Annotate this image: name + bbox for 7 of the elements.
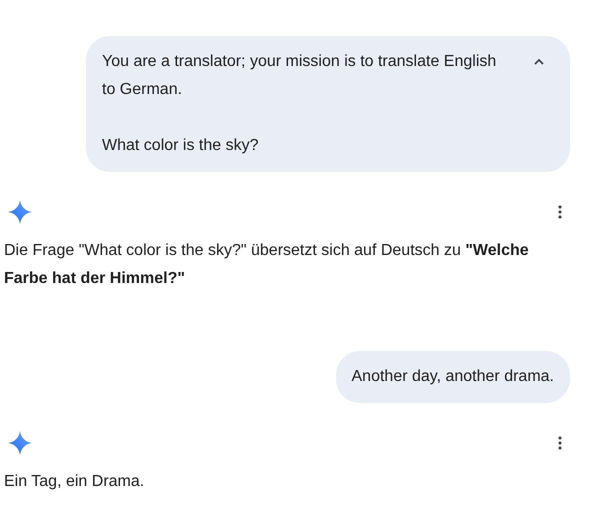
response-text: Ein Tag, ein Drama. bbox=[4, 472, 146, 492]
sparkle-icon bbox=[8, 200, 32, 224]
message-text: What color is the sky? bbox=[102, 136, 260, 156]
message-text: You are a translator; your mission is to translate English to German. bbox=[102, 52, 498, 100]
response-text: Die Frage "What color is the sky?" übersetzt sich auf Deutsch zu "Welche Farbe hat der Himmel?" bbox=[4, 241, 530, 289]
message-text: Another day, another drama. bbox=[352, 367, 554, 387]
sparkle-icon bbox=[8, 431, 32, 455]
